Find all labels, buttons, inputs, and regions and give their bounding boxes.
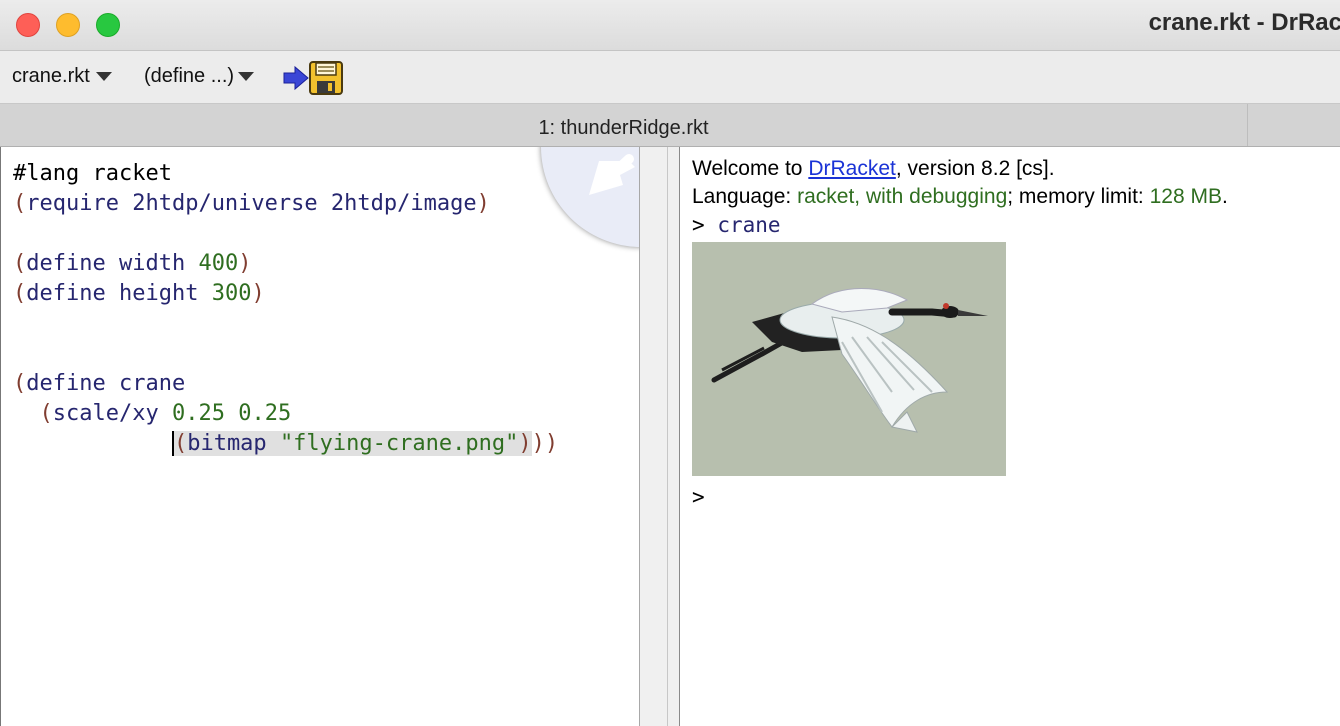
language-line: Language: racket, with debugging; memory… (692, 185, 1228, 209)
define-menu-label: (define ...) (144, 65, 235, 87)
interactions-pane[interactable]: Welcome to DrRacket, version 8.2 [cs]. L… (681, 147, 1340, 726)
tab-bar: 1: thunderRidge.rkt (0, 104, 1340, 147)
definitions-editor[interactable]: #lang racket (require 2htdp/universe 2ht… (0, 147, 640, 726)
repl-input: crane (717, 213, 781, 237)
memory-label: ; memory limit: (1007, 185, 1150, 208)
prompt: > (692, 213, 705, 237)
tab-thunderridge[interactable]: 1: thunderRidge.rkt (0, 104, 1248, 146)
width-identifier: width (118, 251, 186, 276)
define-keyword: define (26, 371, 106, 396)
welcome-prefix: Welcome to (692, 157, 809, 180)
code-text: #lang racket (require 2htdp/universe 2ht… (13, 161, 559, 456)
title-bar: crane.rkt - DrRac (0, 0, 1340, 51)
scale-function: scale/xy (52, 401, 159, 426)
define-keyword: define (26, 281, 106, 306)
scale-x-value: 0.25 (171, 401, 225, 426)
chevron-down-icon (95, 72, 112, 82)
minimize-window-button[interactable] (56, 13, 80, 37)
require-args: 2htdp/universe 2htdp/image (132, 191, 477, 216)
crane-image-output (692, 242, 1006, 476)
bitmap-filename: "flying-crane.png" (279, 431, 519, 456)
close-window-button[interactable] (16, 13, 40, 37)
repl-prompt-line[interactable]: > (692, 485, 705, 509)
splitter-grip (667, 147, 668, 726)
toolbar: crane.rkt (define ...) (0, 51, 1340, 104)
chevron-down-icon (238, 72, 255, 82)
file-menu-label: crane.rkt (12, 65, 90, 87)
height-value: 300 (211, 281, 252, 306)
zoom-window-button[interactable] (96, 13, 120, 37)
crane-identifier: crane (118, 371, 186, 396)
height-identifier: height (118, 281, 199, 306)
require-keyword: require (26, 191, 119, 216)
memory-end: . (1221, 185, 1228, 208)
matched-paren-highlight: (bitmap "flying-crane.png") (173, 431, 532, 456)
define-keyword: define (26, 251, 106, 276)
width-value: 400 (198, 251, 239, 276)
save-disk-icon[interactable] (309, 61, 343, 95)
file-menu-button[interactable]: crane.rkt (12, 65, 112, 88)
language-value: racket, with debugging (797, 185, 1008, 208)
repl-input-line: > crane (692, 213, 781, 237)
arrow-right-icon[interactable] (283, 65, 309, 91)
flying-crane-illustration (711, 288, 988, 433)
pane-splitter[interactable] (639, 147, 680, 726)
define-menu-button[interactable]: (define ...) (144, 65, 255, 88)
window-title: crane.rkt - DrRac (1148, 9, 1340, 36)
welcome-line: Welcome to DrRacket, version 8.2 [cs]. (692, 157, 1055, 181)
welcome-suffix: , version 8.2 [cs]. (895, 157, 1055, 180)
bitmap-function: bitmap (187, 431, 267, 456)
prompt: > (692, 485, 705, 509)
language-label: Language: (692, 185, 798, 208)
lang-line: #lang racket (13, 161, 172, 186)
drracket-link[interactable]: DrRacket (808, 157, 896, 180)
scale-y-value: 0.25 (238, 401, 292, 426)
memory-value: 128 MB (1149, 185, 1222, 208)
